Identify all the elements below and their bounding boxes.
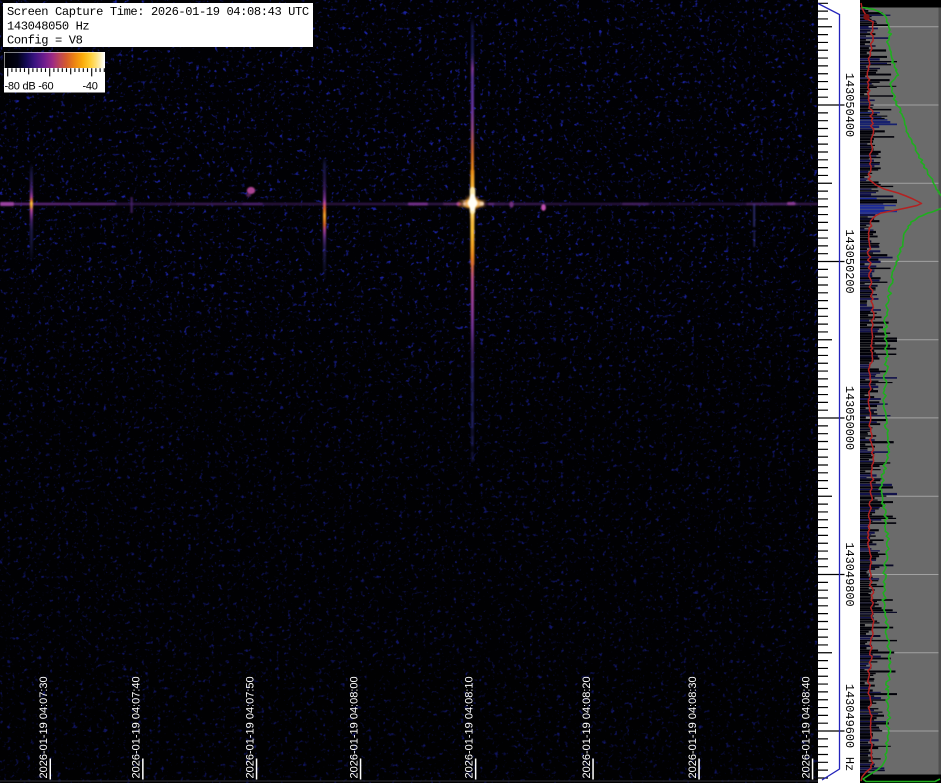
svg-text:2026-01-19 04:07:40: 2026-01-19 04:07:40 [131,676,143,778]
svg-text:2026-01-19 04:08:00: 2026-01-19 04:08:00 [348,676,360,778]
svg-text:Config = V8: Config = V8 [7,34,83,48]
svg-text:143048050 Hz: 143048050 Hz [7,19,89,33]
svg-text:2026-01-19 04:08:20: 2026-01-19 04:08:20 [581,676,593,778]
svg-text:2026-01-19 04:08:10: 2026-01-19 04:08:10 [463,676,475,778]
svg-text:2026-01-19 04:07:30: 2026-01-19 04:07:30 [38,676,50,778]
svg-text:-40: -40 [83,81,98,93]
svg-text:143050000: 143050000 [842,386,856,450]
svg-text:2026-01-19 04:08:30: 2026-01-19 04:08:30 [687,676,699,778]
svg-text:143049600: 143049600 [842,684,856,748]
svg-text:Screen Capture Time: 2026-01-1: Screen Capture Time: 2026-01-19 04:08:43… [7,5,309,19]
svg-text:2026-01-19 04:07:50: 2026-01-19 04:07:50 [244,676,256,778]
svg-text:143050400: 143050400 [842,73,856,137]
svg-text:-80 dB -60: -80 dB -60 [5,81,54,93]
svg-text:143049800: 143049800 [842,542,856,606]
svg-text:143050200: 143050200 [842,229,856,293]
svg-text:Hz: Hz [842,757,856,771]
svg-text:2026-01-19 04:08:40: 2026-01-19 04:08:40 [800,676,812,778]
